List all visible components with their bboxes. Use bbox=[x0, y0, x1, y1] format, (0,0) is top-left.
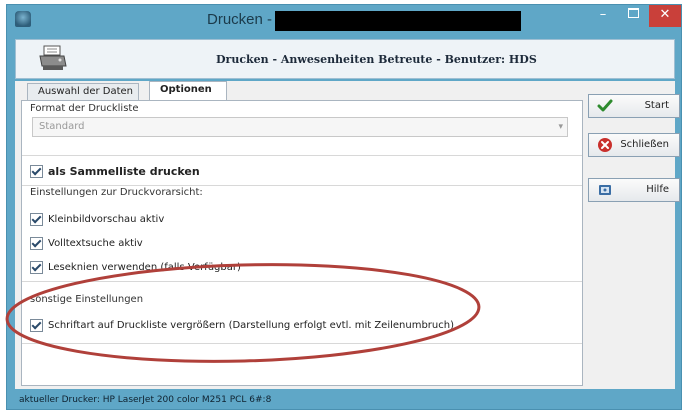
print-dialog-window: Drucken - – ✕ Drucken - Anwesenheiten Be… bbox=[6, 4, 682, 410]
dialog-client-area: Auswahl der Daten Optionen Format der Dr… bbox=[15, 81, 675, 389]
format-select[interactable]: Standard ▾ bbox=[32, 117, 568, 137]
chevron-down-icon: ▾ bbox=[558, 122, 563, 132]
preview-group-label: Einstellungen zur Druckvorarsicht: bbox=[30, 187, 203, 198]
help-button-label: Hilfe bbox=[646, 184, 669, 195]
close-button-label: Schließen bbox=[620, 139, 669, 150]
format-group-label: Format der Druckliste bbox=[30, 103, 139, 114]
help-button[interactable]: Hilfe bbox=[588, 178, 680, 202]
dialog-header: Drucken - Anwesenheiten Betreute - Benut… bbox=[15, 39, 675, 79]
tab-options[interactable]: Optionen bbox=[149, 81, 227, 101]
reading-lines-checkbox[interactable] bbox=[30, 260, 43, 274]
window-title: Drucken - bbox=[207, 11, 273, 28]
start-button-label: Start bbox=[644, 100, 669, 111]
title-bar[interactable]: Drucken - – ✕ bbox=[7, 5, 681, 35]
app-icon bbox=[15, 11, 31, 27]
reading-lines-label: Leseknien verwenden (falls Verfügbar) bbox=[48, 262, 241, 273]
fulltext-search-checkbox[interactable] bbox=[30, 236, 43, 250]
sammelliste-checkbox-row[interactable]: als Sammelliste drucken bbox=[30, 164, 200, 181]
redacted-title-block bbox=[275, 11, 521, 31]
divider bbox=[22, 185, 582, 186]
enlarge-font-label: Schriftart auf Druckliste vergrößern (Da… bbox=[48, 320, 454, 331]
reading-lines-row[interactable]: Leseknien verwenden (falls Verfügbar) bbox=[30, 260, 241, 277]
format-select-value: Standard bbox=[39, 121, 85, 132]
divider bbox=[22, 343, 582, 344]
thumbnail-preview-row[interactable]: Kleinbildvorschau aktiv bbox=[30, 212, 165, 229]
maximize-icon bbox=[627, 8, 639, 18]
close-window-button[interactable]: ✕ bbox=[649, 5, 681, 27]
thumbnail-preview-checkbox[interactable] bbox=[30, 212, 43, 226]
start-button[interactable]: Start bbox=[588, 94, 680, 118]
header-title: Drucken - Anwesenheiten Betreute - Benut… bbox=[216, 53, 537, 66]
help-book-icon bbox=[599, 185, 611, 195]
close-circle-icon bbox=[598, 138, 612, 152]
maximize-button[interactable] bbox=[619, 5, 647, 27]
options-panel: Format der Druckliste Standard ▾ als Sam… bbox=[21, 100, 583, 386]
printer-icon bbox=[39, 45, 67, 70]
divider bbox=[22, 281, 582, 282]
tab-data-selection[interactable]: Auswahl der Daten bbox=[27, 83, 139, 100]
other-settings-group-label: sonstige Einstellungen bbox=[30, 294, 144, 305]
fulltext-search-row[interactable]: Volltextsuche aktiv bbox=[30, 236, 143, 253]
fulltext-search-label: Volltextsuche aktiv bbox=[48, 238, 143, 249]
sammelliste-checkbox[interactable] bbox=[30, 164, 43, 178]
close-button[interactable]: Schließen bbox=[588, 133, 680, 157]
enlarge-font-row[interactable]: Schriftart auf Druckliste vergrößern (Da… bbox=[30, 318, 454, 335]
thumbnail-preview-label: Kleinbildvorschau aktiv bbox=[48, 214, 165, 225]
enlarge-font-checkbox[interactable] bbox=[30, 318, 43, 332]
divider bbox=[22, 155, 582, 156]
checkmark-icon bbox=[597, 99, 613, 112]
status-bar: aktueller Drucker: HP LaserJet 200 color… bbox=[15, 391, 675, 409]
sammelliste-label: als Sammelliste drucken bbox=[48, 165, 200, 178]
minimize-button[interactable]: – bbox=[589, 5, 617, 27]
